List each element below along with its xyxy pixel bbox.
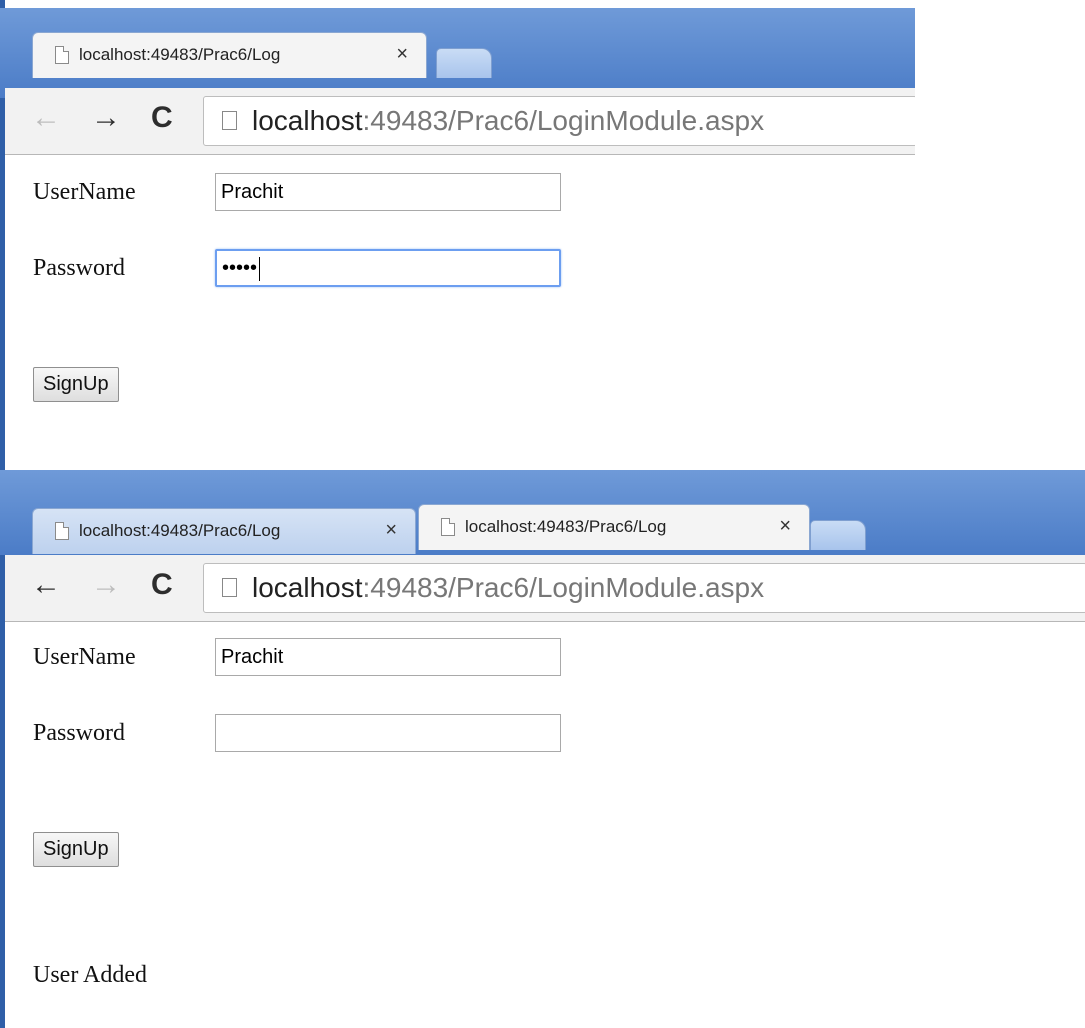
- new-tab-button[interactable]: [436, 48, 492, 78]
- username-value: Prachit: [221, 181, 284, 203]
- tab-strip: localhost:49483/Prac6/Log ×: [0, 8, 915, 98]
- close-tab-icon[interactable]: ×: [396, 43, 408, 66]
- browser-window-before: localhost:49483/Prac6/Log × ← → C localh…: [0, 0, 915, 470]
- close-tab-icon[interactable]: ×: [385, 519, 397, 542]
- tab-title: localhost:49483/Prac6/Log: [465, 517, 667, 536]
- signup-button[interactable]: SignUp: [33, 367, 119, 402]
- password-input[interactable]: [215, 714, 561, 752]
- url-path: :49483/Prac6/LoginModule.aspx: [362, 572, 765, 603]
- username-value: Prachit: [221, 646, 284, 668]
- username-label: UserName: [33, 644, 136, 670]
- back-arrow-icon[interactable]: ←: [31, 103, 61, 133]
- page-icon: [55, 522, 69, 540]
- password-label: Password: [33, 255, 126, 281]
- tab-title: localhost:49483/Prac6/Log: [79, 521, 281, 540]
- browser-window-after: localhost:49483/Prac6/Log × localhost:49…: [0, 470, 1085, 1028]
- new-tab-button[interactable]: [810, 520, 866, 550]
- password-mask: •••••: [222, 257, 258, 279]
- url-host: localhost: [252, 572, 363, 603]
- tab-login-module-first[interactable]: localhost:49483/Prac6/Log ×: [32, 508, 416, 554]
- page-icon: [55, 46, 69, 64]
- reload-icon[interactable]: C: [151, 103, 173, 133]
- tab-login-module[interactable]: localhost:49483/Prac6/Log ×: [32, 32, 427, 78]
- url-text: localhost:49483/Prac6/LoginModule.aspx: [252, 105, 764, 137]
- page-icon: [441, 518, 455, 536]
- tab-strip: localhost:49483/Prac6/Log × localhost:49…: [0, 470, 1085, 555]
- address-bar[interactable]: localhost:49483/Prac6/LoginModule.aspx: [203, 96, 915, 146]
- page-info-icon: [222, 578, 237, 597]
- signup-button[interactable]: SignUp: [33, 832, 119, 867]
- close-tab-icon[interactable]: ×: [779, 515, 791, 538]
- page-content: UserName Prachit Password SignUp User Ad…: [5, 622, 1085, 1028]
- browser-toolbar: ← → C localhost:49483/Prac6/LoginModule.…: [5, 555, 1085, 622]
- password-label: Password: [33, 720, 126, 746]
- reload-icon[interactable]: C: [151, 570, 173, 600]
- username-input[interactable]: Prachit: [215, 173, 561, 211]
- page-info-icon: [222, 111, 237, 130]
- page-content: UserName Prachit Password ••••• SignUp: [5, 155, 915, 470]
- back-arrow-icon[interactable]: ←: [31, 570, 61, 600]
- url-host: localhost: [252, 105, 363, 136]
- browser-toolbar: ← → C localhost:49483/Prac6/LoginModule.…: [5, 88, 915, 155]
- url-text: localhost:49483/Prac6/LoginModule.aspx: [252, 572, 764, 604]
- password-input[interactable]: •••••: [215, 249, 561, 287]
- url-path: :49483/Prac6/LoginModule.aspx: [362, 105, 765, 136]
- forward-arrow-icon[interactable]: →: [91, 103, 121, 133]
- forward-arrow-icon[interactable]: →: [91, 570, 121, 600]
- address-bar[interactable]: localhost:49483/Prac6/LoginModule.aspx: [203, 563, 1085, 613]
- username-input[interactable]: Prachit: [215, 638, 561, 676]
- text-caret: [259, 256, 261, 281]
- tab-title: localhost:49483/Prac6/Log: [79, 45, 281, 64]
- tab-login-module-second[interactable]: localhost:49483/Prac6/Log ×: [418, 504, 810, 550]
- username-label: UserName: [33, 179, 136, 205]
- status-message: User Added: [33, 962, 147, 988]
